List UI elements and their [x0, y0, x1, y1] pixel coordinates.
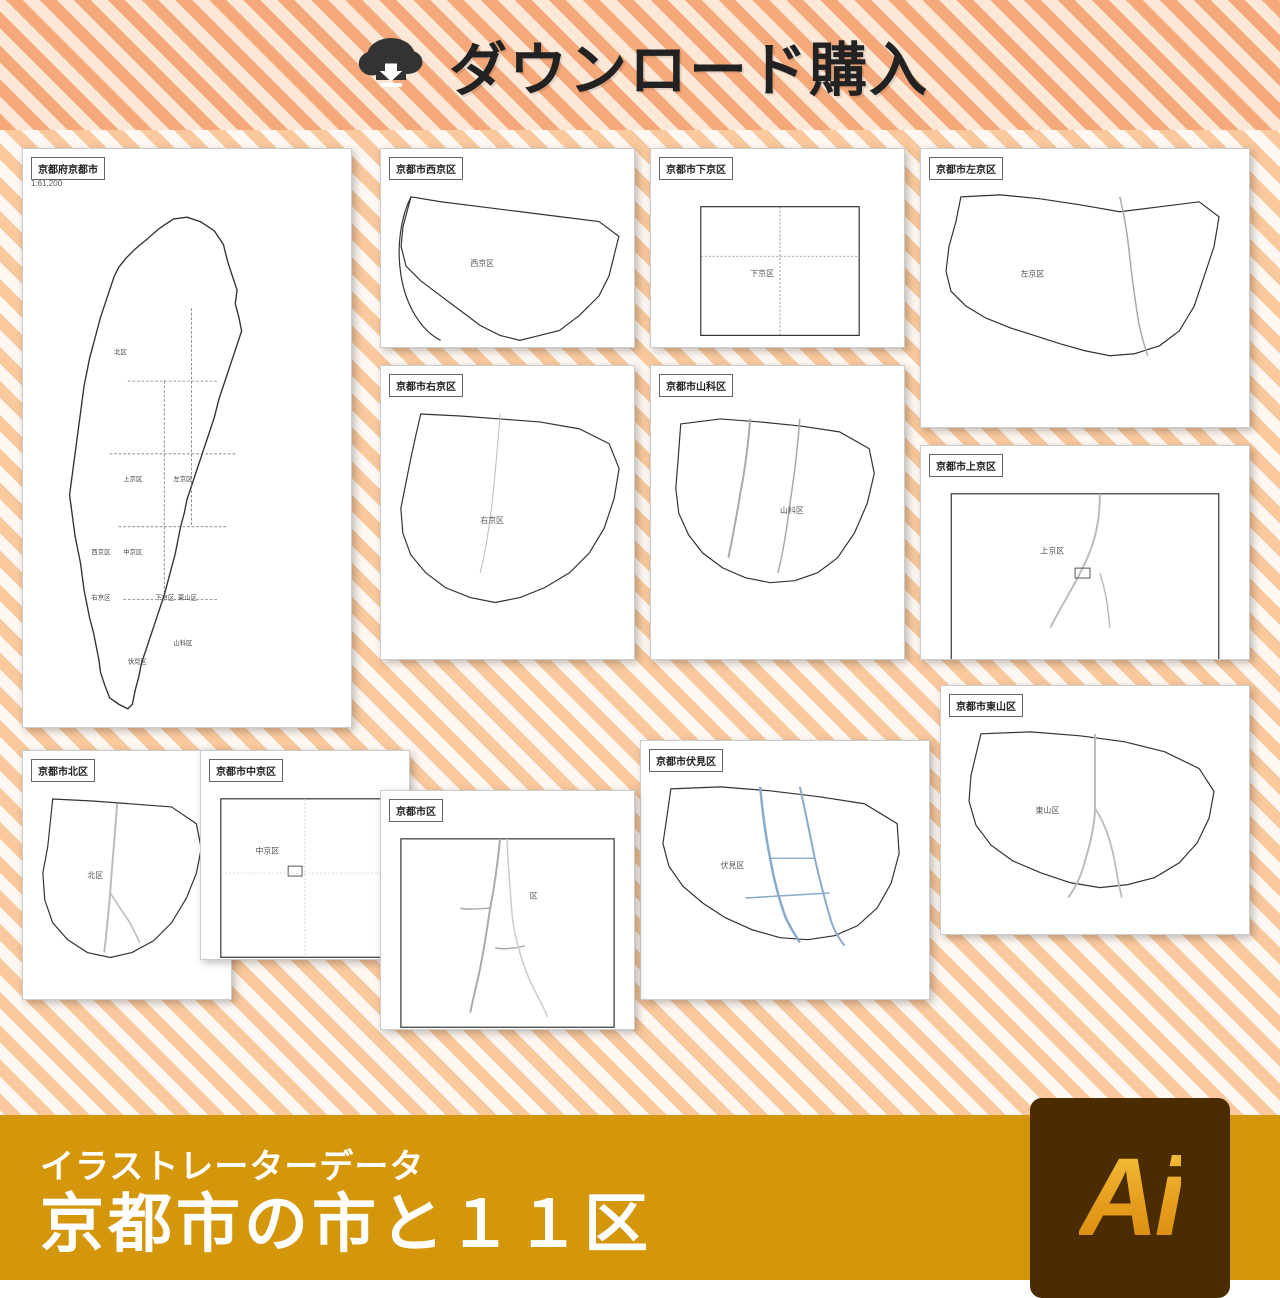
map-yamashina-title: 京都市山科区 — [659, 374, 733, 397]
footer-text-area: イラストレーターデータ 京都市の市と１１区 — [40, 1139, 652, 1256]
svg-text:下京区: 下京区 — [155, 593, 175, 602]
map-sakyo: 京都市左京区 左京区 — [920, 148, 1250, 428]
svg-text:東山区: 東山区 — [1035, 805, 1059, 815]
svg-text:中京区: 中京区 — [123, 547, 143, 556]
map-kyoto-main: 京都府京都市 1:61,200 北区 左京区 — [22, 148, 352, 728]
main-area: 京都府京都市 1:61,200 北区 左京区 — [0, 130, 1280, 1030]
map-nishiku: 京都市西京区 西京区 — [380, 148, 635, 348]
svg-text:右京区: 右京区 — [91, 593, 111, 602]
svg-text:区: 区 — [530, 891, 538, 900]
bottom-footer: イラストレーターデータ 京都市の市と１１区 Ai — [0, 1115, 1280, 1280]
svg-text:東山区: 東山区 — [178, 593, 198, 602]
map-shimogyo-title: 京都市下京区 — [659, 157, 733, 180]
svg-text:左京区: 左京区 — [1020, 268, 1044, 278]
cloud-download-icon — [351, 35, 431, 95]
map-sakyo-title: 京都市左京区 — [929, 157, 1003, 180]
map-shimogyo: 京都市下京区 下京区 — [650, 148, 905, 348]
map-main-scale: 1:61,200 — [31, 179, 62, 188]
top-banner: ダウンロード購入 — [0, 0, 1280, 130]
map-ukyo: 京都市右京区 右京区 — [380, 365, 635, 660]
svg-text:上京区: 上京区 — [123, 474, 143, 483]
map-nishiku-title: 京都市西京区 — [389, 157, 463, 180]
footer-title: 京都市の市と１１区 — [40, 1192, 652, 1256]
map-higashiyama: 京都市東山区 東山区 — [940, 685, 1250, 935]
svg-text:上京区: 上京区 — [1040, 545, 1064, 555]
page-wrapper: ダウンロード購入 京都府京都市 1:61,200 — [0, 0, 1280, 1280]
map-kamigyo: 京都市上京区 上京区 — [920, 445, 1250, 660]
map-fushimi: 京都市伏見区 伏見区 — [640, 740, 930, 1000]
map-naka-title: 京都市区 — [389, 799, 443, 822]
map-ukyo-title: 京都市右京区 — [389, 374, 463, 397]
ai-logo: Ai — [1030, 1098, 1230, 1298]
svg-text:西京区: 西京区 — [470, 258, 494, 268]
ai-text: Ai — [1079, 1134, 1181, 1261]
map-higashiyama-title: 京都市東山区 — [949, 694, 1023, 717]
svg-text:伏見区: 伏見区 — [128, 656, 148, 665]
map-yamashina: 京都市山科区 山科区 — [650, 365, 905, 660]
map-kitaku-title: 京都市北区 — [31, 759, 95, 782]
svg-text:山科区: 山科区 — [173, 638, 193, 647]
svg-text:山科区: 山科区 — [780, 505, 804, 515]
svg-text:左京区: 左京区 — [173, 474, 193, 483]
svg-text:中京区: 中京区 — [255, 845, 279, 855]
svg-text:伏見区: 伏見区 — [721, 860, 745, 870]
svg-text:右京区: 右京区 — [480, 515, 504, 525]
footer-subtitle: イラストレーターデータ — [40, 1139, 652, 1188]
map-fushimi-title: 京都市伏見区 — [649, 749, 723, 772]
svg-text:下京区: 下京区 — [750, 268, 774, 278]
map-nakagyo: 京都市中京区 中京区 — [200, 750, 410, 960]
map-nakagyo-title: 京都市中京区 — [209, 759, 283, 782]
svg-text:北区: 北区 — [114, 348, 127, 356]
map-kamigyo-title: 京都市上京区 — [929, 454, 1003, 477]
svg-text:西京区: 西京区 — [91, 547, 111, 556]
banner-title: ダウンロード購入 — [449, 23, 929, 107]
svg-text:北区: 北区 — [87, 871, 103, 880]
map-main-title: 京都府京都市 — [31, 157, 105, 180]
map-nakaku-detail: 京都市区 区 — [380, 790, 635, 1030]
